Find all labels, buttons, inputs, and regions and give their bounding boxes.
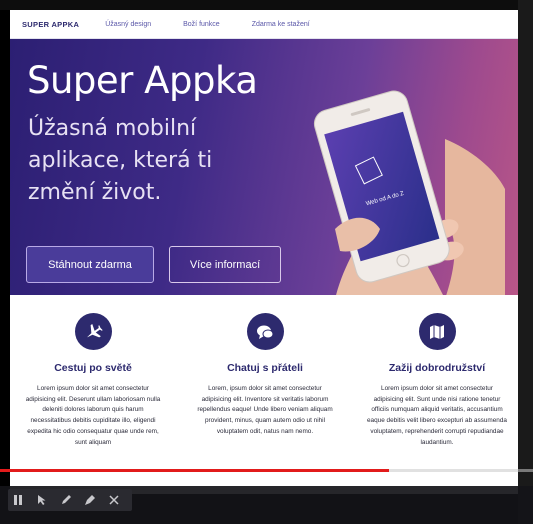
pointer-icon[interactable] <box>32 489 52 511</box>
features-section: Cestuj po světě Lorem ipsum dolor sit am… <box>10 295 518 494</box>
feature-chat: Chatuj s přáteli Lorem, ipsum dolor sit … <box>190 295 340 438</box>
annotation-toolbar <box>8 489 132 511</box>
hero-section: Super Appka Úžasná mobilní aplikace, kte… <box>10 39 518 295</box>
nav-link-features[interactable]: Boží funkce <box>183 21 220 28</box>
highlighter-icon[interactable] <box>80 489 100 511</box>
feature-title: Zažij dobrodružství <box>388 362 486 374</box>
feature-title: Chatuj s přáteli <box>227 362 303 374</box>
pause-icon[interactable] <box>8 489 28 511</box>
feature-text: Lorem ipsum dolor sit amet consectetur a… <box>367 385 507 446</box>
navbar: SUPER APPKA Úžasný design Boží funkce Zd… <box>10 10 518 39</box>
feature-text: Lorem ipsum dolor sit amet consectetur a… <box>25 385 161 446</box>
feature-adventure: Zažij dobrodružství Lorem ipsum dolor si… <box>362 295 512 448</box>
nav-link-design[interactable]: Úžasný design <box>105 21 151 28</box>
airplane-icon <box>74 313 112 350</box>
brand-logo[interactable]: SUPER APPKA <box>22 20 79 29</box>
video-progress-bar[interactable] <box>0 469 390 472</box>
video-frame: SUPER APPKA Úžasný design Boží funkce Zd… <box>10 10 518 494</box>
chat-icon <box>246 313 284 350</box>
video-right-border <box>518 0 533 524</box>
map-icon <box>418 313 456 350</box>
close-icon[interactable] <box>104 489 124 511</box>
download-button[interactable]: Stáhnout zdarma <box>26 246 154 283</box>
video-top-border <box>0 0 533 10</box>
nav-link-download[interactable]: Zdarma ke stažení <box>252 21 310 28</box>
phone-in-hand-image: Web od A do Z <box>295 79 505 295</box>
feature-text: Lorem, ipsum dolor sit amet consectetur … <box>197 385 333 435</box>
feature-title: Cestuj po světě <box>54 362 132 374</box>
pen-icon[interactable] <box>56 489 76 511</box>
feature-travel: Cestuj po světě Lorem ipsum dolor sit am… <box>18 295 168 448</box>
more-info-button[interactable]: Více informací <box>169 246 281 283</box>
hero-subtitle: Úžasná mobilní aplikace, která ti změní … <box>28 116 213 205</box>
hero-title: Super Appka <box>27 59 258 102</box>
